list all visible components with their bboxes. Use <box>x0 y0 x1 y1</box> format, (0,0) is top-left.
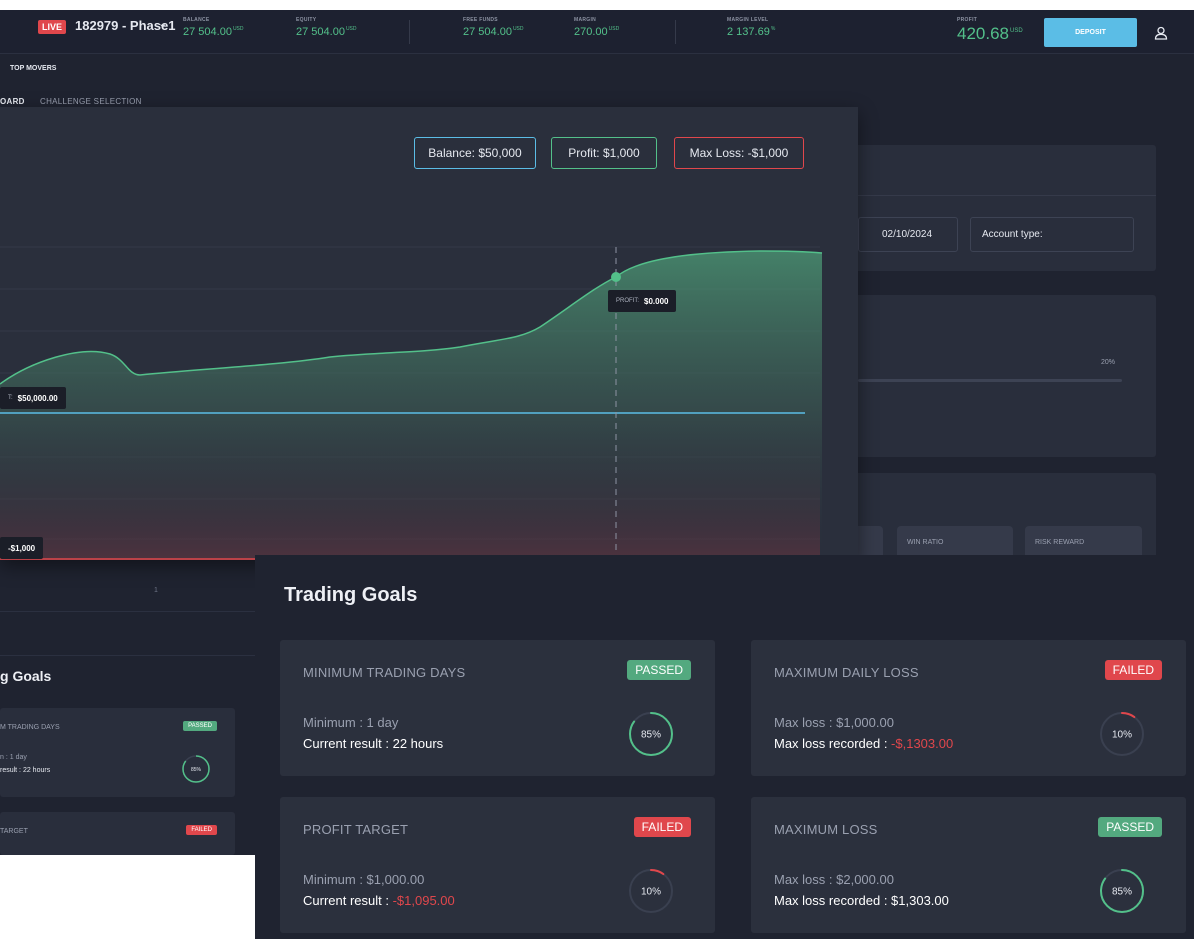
top-bar: LIVE 182979 - Phase1 ⌄ BALANCE 27 504.00… <box>0 10 1194 54</box>
legend-balance[interactable]: Balance: $50,000 <box>414 137 536 169</box>
status-badge: FAILED <box>633 817 691 837</box>
progress-ring: 85% <box>629 712 673 756</box>
tooltip-balance: T: $50,000.00 <box>0 387 66 409</box>
start-date-field[interactable]: 02/10/2024 <box>858 217 958 252</box>
section-title: g Goals <box>0 668 52 684</box>
progress-bar <box>858 379 1122 382</box>
metric-label: FREE FUNDS <box>463 17 498 23</box>
metric-label: EQUITY <box>296 17 317 23</box>
live-badge: LIVE <box>38 20 67 34</box>
divider <box>409 20 410 44</box>
progress-ring: 85% <box>182 755 210 783</box>
metric-margin: MARGIN 270.00USD <box>574 17 619 38</box>
progress-percent: 20% <box>1101 359 1116 366</box>
divider <box>675 20 676 44</box>
status-badge: PASSED <box>627 660 691 680</box>
pagination-row: 1 <box>0 556 255 612</box>
metric-profit: PROFIT 420.68USD <box>957 17 1023 44</box>
tab-challenge-selection[interactable]: CHALLENGE SELECTION <box>40 97 142 106</box>
divider <box>858 195 1156 196</box>
goal-requirement: Max loss : $1,000.00 <box>774 715 894 730</box>
tab-top-movers[interactable]: TOP MOVERS <box>10 65 56 72</box>
tooltip-value: -$1,000 <box>8 543 36 553</box>
tooltip-label: T: <box>8 395 13 401</box>
screenshot-stage: LIVE 182979 - Phase1 ⌄ BALANCE 27 504.00… <box>0 0 1194 939</box>
page-title: Trading Goals <box>284 584 418 606</box>
tooltip-value: $50,000.00 <box>17 393 58 403</box>
progress-ring-label: 85% <box>191 767 202 773</box>
profit-area <box>0 251 822 560</box>
progress-ring: 10% <box>1100 712 1144 756</box>
goal-title: TARGET <box>0 828 28 835</box>
goal-title: M TRADING DAYS <box>0 724 60 731</box>
background-goals-section: 1 g Goals M TRADING DAYS PASSED n : 1 da… <box>0 556 255 855</box>
metric-label: MARGIN LEVEL <box>727 17 769 23</box>
equity-chart <box>0 246 823 560</box>
goal-card-minimum-trading-days: M TRADING DAYS PASSED n : 1 day result :… <box>0 708 235 797</box>
metric-equity: EQUITY 27 504.00USD <box>296 17 357 38</box>
tooltip-profit: PROFIT: $0.000 <box>608 290 677 312</box>
goal-card-minimum-trading-days: MINIMUM TRADING DAYS PASSED Minimum : 1 … <box>280 640 715 776</box>
metric-label: PROFIT <box>957 17 978 23</box>
status-badge: PASSED <box>1098 817 1162 837</box>
progress-ring-label: 10% <box>1112 730 1132 741</box>
goal-requirement: n : 1 day <box>0 754 27 761</box>
goal-requirement: Max loss : $2,000.00 <box>774 872 894 887</box>
progress-ring: 10% <box>629 869 673 913</box>
metric-value: 27 504.00USD <box>296 26 357 38</box>
status-badge: PASSED <box>183 721 217 731</box>
equity-chart-panel: Balance: $50,000 Profit: $1,000 Max Loss… <box>0 107 858 560</box>
goal-result: Current result : 22 hours <box>303 736 444 751</box>
user-icon[interactable] <box>1146 18 1176 47</box>
metric-value: 270.00USD <box>574 26 620 38</box>
metric-free-funds: FREE FUNDS 27 504.00USD <box>463 17 524 38</box>
goal-title: MAXIMUM LOSS <box>774 822 878 837</box>
metric-label: BALANCE <box>183 17 210 23</box>
progress-ring: 85% <box>1100 869 1144 913</box>
legend-max-loss[interactable]: Max Loss: -$1,000 <box>674 137 804 169</box>
legend-profit[interactable]: Profit: $1,000 <box>551 137 657 169</box>
trading-goals-panel: Trading Goals MINIMUM TRADING DAYS PASSE… <box>255 555 1194 939</box>
tooltip-max-loss: -$1,000 <box>0 537 44 559</box>
metric-label: MARGIN <box>574 17 597 23</box>
goal-requirement: Minimum : 1 day <box>303 715 399 730</box>
account-type-field[interactable]: Account type: <box>970 217 1134 252</box>
metric-value: 420.68USD <box>957 24 1023 43</box>
goal-title: MAXIMUM DAILY LOSS <box>774 665 919 680</box>
goal-result: result : 22 hours <box>0 767 51 774</box>
goal-card-profit-target: TARGET FAILED <box>0 812 235 855</box>
tooltip-label: PROFIT: <box>616 298 640 304</box>
chevron-down-icon[interactable]: ⌄ <box>158 17 167 30</box>
goal-card-maximum-daily-loss: MAXIMUM DAILY LOSS FAILED Max loss : $1,… <box>751 640 1186 776</box>
page-number[interactable]: 1 <box>154 587 158 594</box>
progress-ring-label: 85% <box>1112 887 1132 898</box>
hover-point[interactable] <box>611 272 621 282</box>
goal-result: Max loss recorded : -$,1303.00 <box>774 736 954 751</box>
metric-value: 27 504.00USD <box>183 26 244 38</box>
goal-title: MINIMUM TRADING DAYS <box>303 665 466 680</box>
goal-card-maximum-loss: MAXIMUM LOSS PASSED Max loss : $2,000.00… <box>751 797 1186 933</box>
goal-title: PROFIT TARGET <box>303 822 409 837</box>
progress-ring-label: 10% <box>641 887 661 898</box>
deposit-button[interactable]: DEPOSIT <box>1044 18 1137 47</box>
goal-requirement: Minimum : $1,000.00 <box>303 872 425 887</box>
metric-value: 27 504.00USD <box>463 26 524 38</box>
status-badge: FAILED <box>1104 660 1162 680</box>
goal-card-profit-target: PROFIT TARGET FAILED Minimum : $1,000.00… <box>280 797 715 933</box>
status-badge: FAILED <box>186 825 217 835</box>
tooltip-value: $0.000 <box>644 296 669 306</box>
tab-dashboard[interactable]: OARD <box>0 97 25 106</box>
progress-ring-label: 85% <box>641 730 661 741</box>
metric-margin-level: MARGIN LEVEL 2 137.69% <box>727 17 775 38</box>
metric-balance: BALANCE 27 504.00USD <box>183 17 244 38</box>
table-row <box>0 612 255 656</box>
metric-value: 2 137.69% <box>727 26 776 38</box>
goal-result: Current result : -$1,095.00 <box>303 893 455 908</box>
goal-result: Max loss recorded : $1,303.00 <box>774 893 949 908</box>
